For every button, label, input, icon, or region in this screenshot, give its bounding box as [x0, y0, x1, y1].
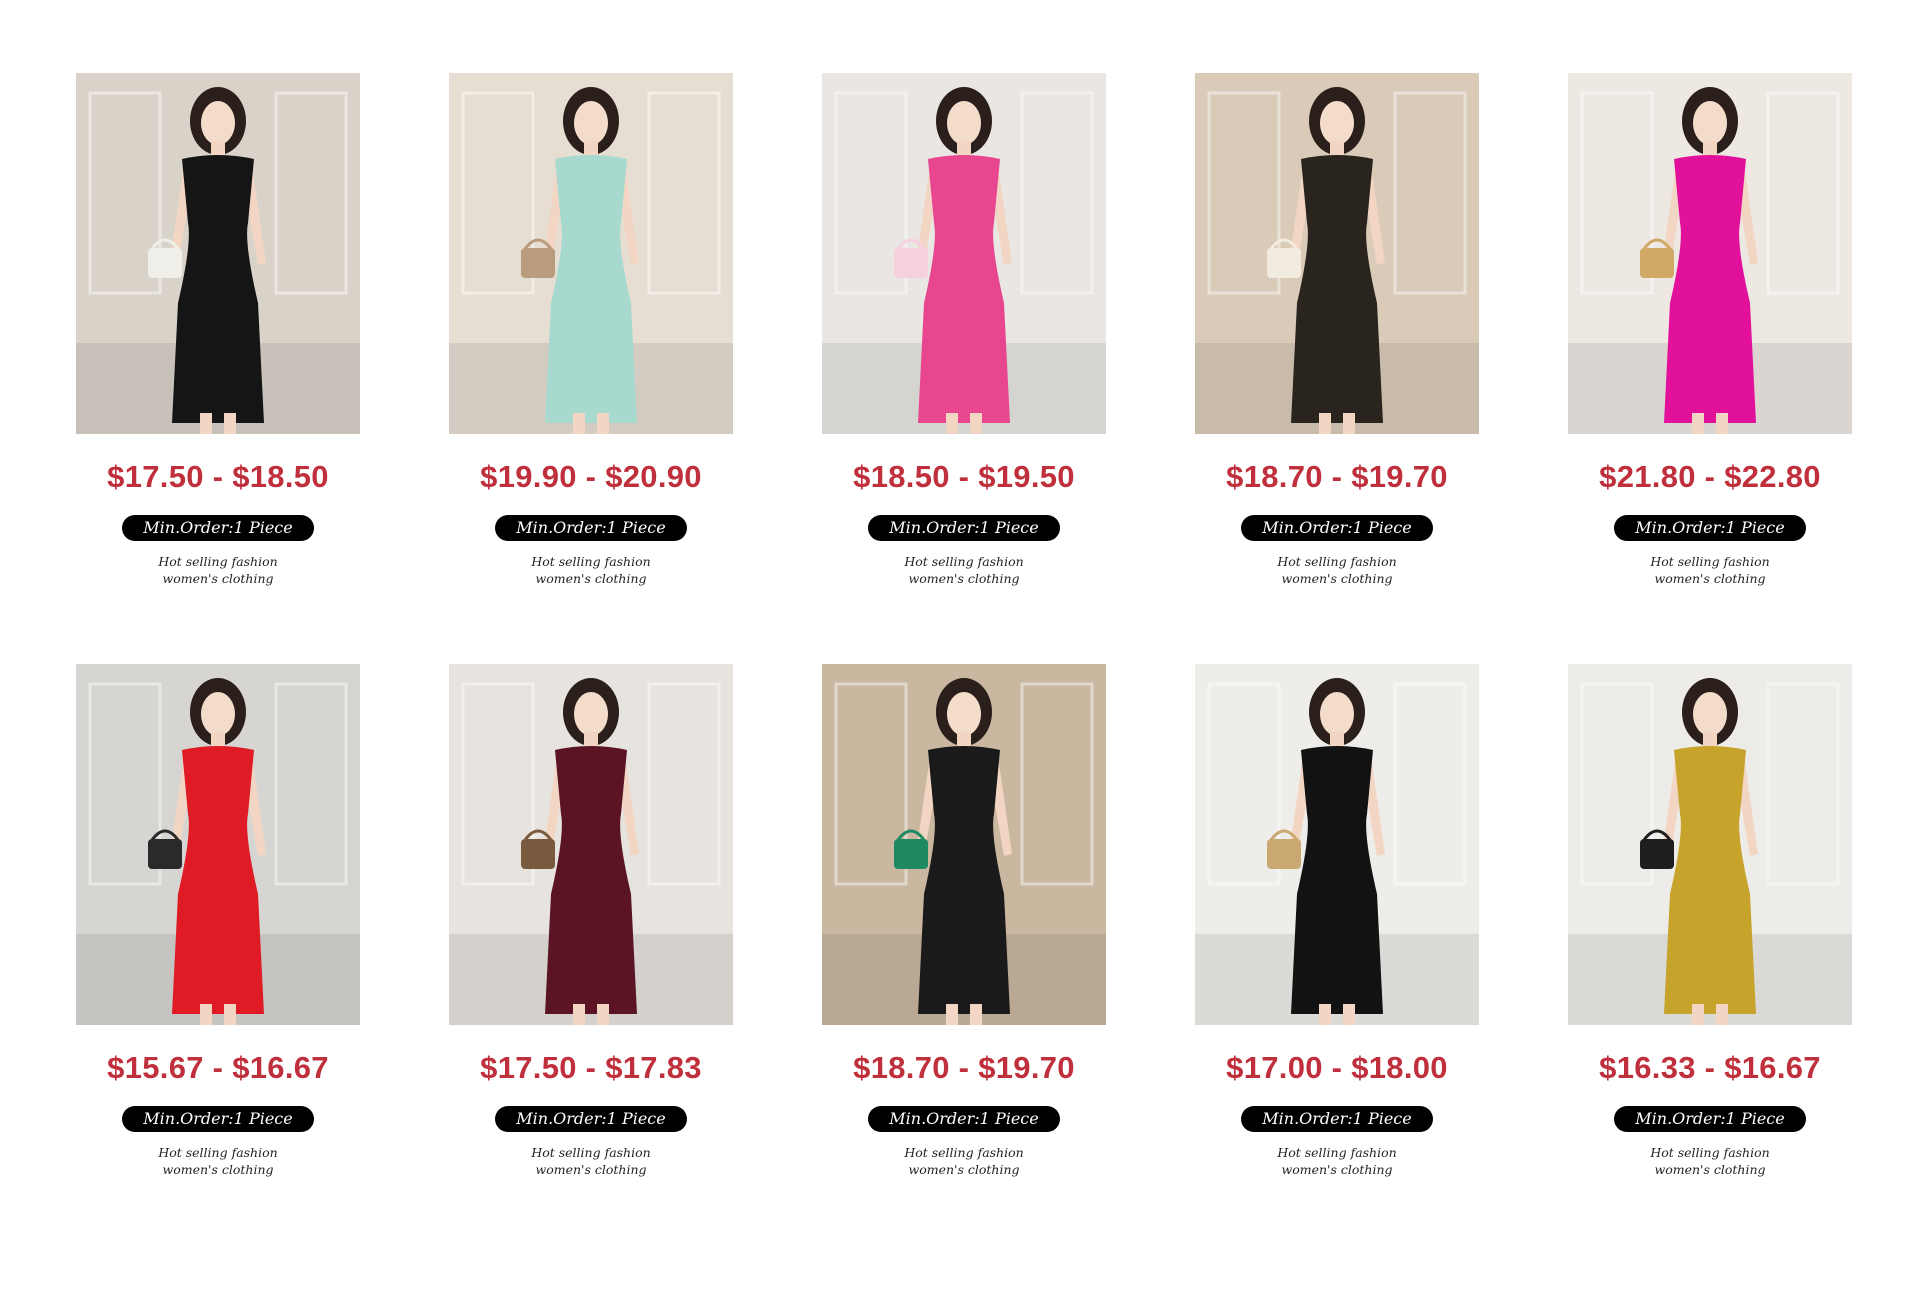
product-description: Hot selling fashion women's clothing [1195, 1144, 1479, 1178]
product-image[interactable] [449, 664, 733, 1025]
product-card[interactable]: $16.33 - $16.67 Min.Order:1 Piece Hot se… [1568, 664, 1852, 1184]
product-description: Hot selling fashion women's clothing [822, 1144, 1106, 1178]
product-grid: $17.50 - $18.50 Min.Order:1 Piece Hot se… [0, 0, 1920, 1295]
description-line-1: Hot selling fashion [904, 1145, 1024, 1160]
description-line-1: Hot selling fashion [158, 1145, 278, 1160]
product-card[interactable]: $18.70 - $19.70 Min.Order:1 Piece Hot se… [822, 664, 1106, 1184]
description-line-2: women's clothing [1654, 571, 1766, 586]
product-description: Hot selling fashion women's clothing [1568, 1144, 1852, 1178]
product-card[interactable]: $17.00 - $18.00 Min.Order:1 Piece Hot se… [1195, 664, 1479, 1184]
description-line-2: women's clothing [1654, 1162, 1766, 1177]
description-line-1: Hot selling fashion [1277, 554, 1397, 569]
product-card[interactable]: $19.90 - $20.90 Min.Order:1 Piece Hot se… [449, 73, 733, 593]
product-image[interactable] [449, 73, 733, 434]
product-photo-illustration [76, 664, 360, 1025]
product-description: Hot selling fashion women's clothing [76, 553, 360, 587]
description-line-2: women's clothing [162, 571, 274, 586]
product-description: Hot selling fashion women's clothing [449, 553, 733, 587]
product-photo-illustration [1195, 73, 1479, 434]
price-range: $18.70 - $19.70 [1226, 459, 1448, 494]
min-order-badge: Min.Order:1 Piece [495, 515, 687, 541]
price-range: $15.67 - $16.67 [107, 1050, 329, 1085]
product-image[interactable] [76, 73, 360, 434]
product-photo-illustration [1568, 73, 1852, 434]
product-card[interactable]: $17.50 - $17.83 Min.Order:1 Piece Hot se… [449, 664, 733, 1184]
min-order-badge: Min.Order:1 Piece [1241, 1106, 1433, 1132]
min-order-badge: Min.Order:1 Piece [495, 1106, 687, 1132]
product-image[interactable] [1195, 73, 1479, 434]
product-photo-illustration [822, 73, 1106, 434]
description-line-1: Hot selling fashion [531, 554, 651, 569]
min-order-badge: Min.Order:1 Piece [1614, 1106, 1806, 1132]
price-range: $16.33 - $16.67 [1599, 1050, 1821, 1085]
product-description: Hot selling fashion women's clothing [76, 1144, 360, 1178]
price-range: $17.50 - $18.50 [107, 459, 329, 494]
product-description: Hot selling fashion women's clothing [449, 1144, 733, 1178]
product-description: Hot selling fashion women's clothing [1195, 553, 1479, 587]
description-line-2: women's clothing [908, 571, 1020, 586]
product-photo-illustration [76, 73, 360, 434]
min-order-badge: Min.Order:1 Piece [122, 1106, 314, 1132]
product-image[interactable] [822, 664, 1106, 1025]
product-card[interactable]: $15.67 - $16.67 Min.Order:1 Piece Hot se… [76, 664, 360, 1184]
product-photo-illustration [1195, 664, 1479, 1025]
price-range: $19.90 - $20.90 [480, 459, 702, 494]
description-line-2: women's clothing [1281, 1162, 1393, 1177]
description-line-1: Hot selling fashion [158, 554, 278, 569]
product-card[interactable]: $18.50 - $19.50 Min.Order:1 Piece Hot se… [822, 73, 1106, 593]
min-order-badge: Min.Order:1 Piece [122, 515, 314, 541]
description-line-1: Hot selling fashion [1650, 1145, 1770, 1160]
min-order-badge: Min.Order:1 Piece [868, 515, 1060, 541]
description-line-2: women's clothing [535, 1162, 647, 1177]
product-photo-illustration [449, 73, 733, 434]
price-range: $21.80 - $22.80 [1599, 459, 1821, 494]
description-line-1: Hot selling fashion [1277, 1145, 1397, 1160]
price-range: $18.50 - $19.50 [853, 459, 1075, 494]
product-image[interactable] [76, 664, 360, 1025]
min-order-badge: Min.Order:1 Piece [868, 1106, 1060, 1132]
product-photo-illustration [1568, 664, 1852, 1025]
product-card[interactable]: $18.70 - $19.70 Min.Order:1 Piece Hot se… [1195, 73, 1479, 593]
product-image[interactable] [1195, 664, 1479, 1025]
product-image[interactable] [822, 73, 1106, 434]
min-order-badge: Min.Order:1 Piece [1241, 515, 1433, 541]
product-description: Hot selling fashion women's clothing [1568, 553, 1852, 587]
product-image[interactable] [1568, 73, 1852, 434]
description-line-1: Hot selling fashion [531, 1145, 651, 1160]
description-line-1: Hot selling fashion [904, 554, 1024, 569]
min-order-badge: Min.Order:1 Piece [1614, 515, 1806, 541]
product-photo-illustration [822, 664, 1106, 1025]
description-line-2: women's clothing [535, 571, 647, 586]
product-card[interactable]: $21.80 - $22.80 Min.Order:1 Piece Hot se… [1568, 73, 1852, 593]
product-photo-illustration [449, 664, 733, 1025]
description-line-1: Hot selling fashion [1650, 554, 1770, 569]
product-image[interactable] [1568, 664, 1852, 1025]
description-line-2: women's clothing [1281, 571, 1393, 586]
price-range: $17.50 - $17.83 [480, 1050, 702, 1085]
description-line-2: women's clothing [908, 1162, 1020, 1177]
product-description: Hot selling fashion women's clothing [822, 553, 1106, 587]
product-card[interactable]: $17.50 - $18.50 Min.Order:1 Piece Hot se… [76, 73, 360, 593]
price-range: $18.70 - $19.70 [853, 1050, 1075, 1085]
price-range: $17.00 - $18.00 [1226, 1050, 1448, 1085]
description-line-2: women's clothing [162, 1162, 274, 1177]
